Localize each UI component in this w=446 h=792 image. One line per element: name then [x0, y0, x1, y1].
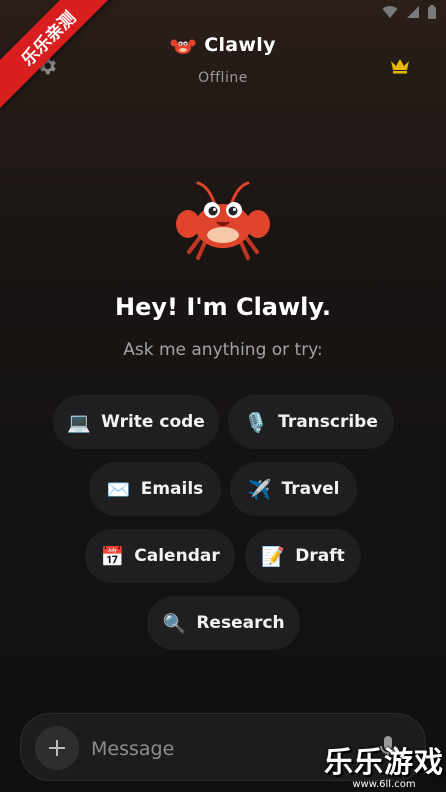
- app-title: Clawly: [204, 34, 276, 56]
- crab-icon: [170, 39, 196, 54]
- premium-button[interactable]: [388, 54, 412, 78]
- suggestion-label: Draft: [295, 546, 345, 566]
- suggestion-research[interactable]: 🔍 Research: [147, 596, 300, 650]
- watermark-brand: 乐乐游戏: [323, 745, 444, 779]
- crown-icon: [391, 59, 409, 74]
- suggestion-travel[interactable]: ✈️ Travel: [230, 462, 357, 516]
- suggestion-write-code[interactable]: 💻 Write code: [53, 395, 219, 449]
- welcome-prompt: Ask me anything or try:: [123, 340, 323, 360]
- suggestion-label: Travel: [281, 479, 340, 499]
- attach-button[interactable]: [35, 726, 79, 770]
- magnifier-icon: 🔍: [162, 612, 187, 635]
- plus-icon: [49, 740, 65, 756]
- crab-mascot-image: [176, 181, 270, 260]
- envelope-icon: ✉️: [106, 478, 131, 501]
- suggestion-transcribe[interactable]: 🎙️ Transcribe: [228, 395, 394, 449]
- suggestion-emails[interactable]: ✉️ Emails: [89, 462, 221, 516]
- suggestion-label: Write code: [101, 412, 205, 432]
- suggestion-draft[interactable]: 📝 Draft: [245, 529, 361, 583]
- connection-status: Offline: [198, 70, 248, 86]
- suggestion-label: Research: [196, 613, 285, 633]
- wifi-icon: [382, 6, 398, 19]
- airplane-icon: ✈️: [247, 478, 272, 501]
- battery-icon: [428, 5, 436, 19]
- microphone-icon: 🎙️: [244, 411, 268, 434]
- welcome-greeting: Hey! I'm Clawly.: [115, 293, 331, 321]
- suggestion-label: Calendar: [134, 546, 220, 566]
- signal-icon: [407, 6, 419, 18]
- suggestion-label: Emails: [140, 479, 204, 499]
- suggestion-label: Transcribe: [278, 412, 378, 432]
- watermark-logo: 乐乐游戏 www.6ll.com: [324, 739, 444, 790]
- memo-icon: 📝: [261, 545, 286, 568]
- calendar-icon: 📅: [100, 545, 125, 568]
- laptop-icon: 💻: [67, 411, 91, 434]
- suggestion-calendar[interactable]: 📅 Calendar: [85, 529, 235, 583]
